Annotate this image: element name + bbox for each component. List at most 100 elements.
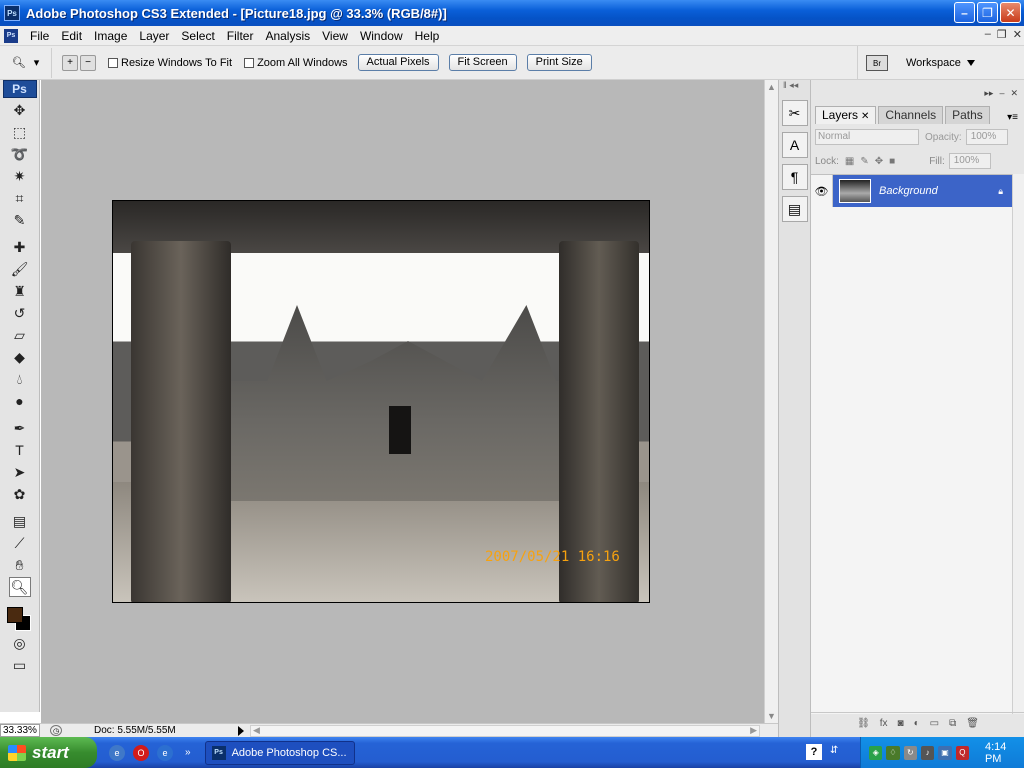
document-icon[interactable]: Ps: [4, 28, 18, 43]
panel-menu-icon[interactable]: ▾≡: [1007, 112, 1018, 123]
lock-transparent-icon[interactable]: ▦: [845, 156, 854, 167]
menu-select[interactable]: Select: [175, 26, 220, 46]
doc-close-icon[interactable]: ✕: [1013, 28, 1022, 41]
tab-layers[interactable]: Layers ✕: [815, 106, 877, 124]
opacity-field[interactable]: 100%: [965, 129, 1008, 145]
layer-name[interactable]: Background: [879, 185, 938, 197]
search-tray-icon[interactable]: Q: [955, 745, 969, 760]
menu-edit[interactable]: Edit: [55, 26, 88, 46]
network-icon[interactable]: ◈: [869, 745, 883, 760]
new-group-icon[interactable]: ▭: [930, 718, 939, 729]
eraser-tool-icon[interactable]: ▱: [9, 325, 31, 345]
pen-tool-icon[interactable]: ✒: [9, 418, 31, 438]
paragraph-panel-icon[interactable]: ¶: [781, 164, 808, 190]
horizontal-scrollbar[interactable]: ◀ ▶: [250, 724, 760, 737]
help-icon[interactable]: ?: [806, 744, 822, 760]
lasso-tool-icon[interactable]: ➰: [9, 144, 31, 164]
scroll-left-icon[interactable]: ◀: [253, 725, 260, 736]
delete-layer-icon[interactable]: 🗑︎: [966, 718, 979, 729]
minimize-button[interactable]: –: [954, 2, 975, 23]
menu-help[interactable]: Help: [409, 26, 446, 46]
layer-style-icon[interactable]: fx: [880, 718, 888, 729]
fill-field[interactable]: 100%: [948, 153, 991, 169]
fit-screen-button[interactable]: Fit Screen: [448, 54, 517, 71]
eyedropper-tool-icon[interactable]: ⟋: [9, 533, 31, 553]
antivirus-icon[interactable]: ♢: [886, 745, 900, 760]
layer-comps-icon[interactable]: ▤: [781, 196, 808, 222]
canvas-area[interactable]: 2007/05/21 16:16: [41, 80, 764, 723]
quick-launch-overflow-icon[interactable]: »: [185, 747, 191, 758]
resize-windows-checkbox[interactable]: Resize Windows To Fit: [108, 57, 232, 69]
zoom-all-windows-checkbox[interactable]: Zoom All Windows: [244, 57, 348, 69]
path-selection-tool-icon[interactable]: ➤: [9, 462, 31, 482]
collapse-arrows-icon[interactable]: ‖ ◂◂: [779, 80, 810, 94]
document-image[interactable]: 2007/05/21 16:16: [112, 200, 650, 603]
layer-mask-icon[interactable]: ◙: [898, 718, 904, 729]
marquee-tool-icon[interactable]: ⬚: [9, 122, 31, 142]
menu-analysis[interactable]: Analysis: [259, 26, 316, 46]
print-size-button[interactable]: Print Size: [526, 54, 592, 71]
foreground-color-swatch[interactable]: [6, 607, 23, 623]
display-icon[interactable]: ▣: [938, 745, 952, 760]
language-bar-icon[interactable]: ⇵: [830, 745, 838, 756]
panel-close-icon[interactable]: ✕: [1010, 88, 1018, 99]
tab-paths[interactable]: Paths: [945, 106, 990, 124]
ps-logo[interactable]: Ps: [2, 80, 37, 98]
adjustment-layer-icon[interactable]: ◐: [914, 718, 920, 729]
taskbar-photoshop-button[interactable]: Ps Adobe Photoshop CS...: [204, 740, 355, 765]
paint-bucket-tool-icon[interactable]: ◆: [9, 347, 31, 367]
clone-stamp-tool-icon[interactable]: ♜: [9, 281, 31, 301]
internet-explorer-icon[interactable]: e: [157, 744, 173, 761]
volume-icon[interactable]: ♪: [920, 745, 935, 760]
checkbox-box[interactable]: [244, 57, 255, 68]
menu-filter[interactable]: Filter: [221, 26, 260, 46]
link-layers-icon[interactable]: ⛓︎: [857, 718, 870, 729]
type-tool-icon[interactable]: T: [9, 440, 31, 460]
opera-icon[interactable]: O: [133, 744, 149, 761]
notes-tool-icon[interactable]: ▤: [9, 511, 31, 531]
zoom-in-icon[interactable]: +: [62, 54, 78, 71]
menu-image[interactable]: Image: [88, 26, 133, 46]
new-layer-icon[interactable]: ⧉: [949, 718, 956, 729]
healing-brush-tool-icon[interactable]: ✚: [9, 237, 31, 257]
scroll-down-icon[interactable]: ▼: [767, 711, 776, 721]
photoshop-app-icon[interactable]: Ps: [4, 5, 20, 21]
explorer-icon[interactable]: e: [109, 744, 125, 761]
tool-preset-picker[interactable]: 🔍︎ ▾: [0, 47, 52, 78]
tab-channels[interactable]: Channels: [878, 106, 944, 124]
vertical-scrollbar[interactable]: ▲ ▼: [764, 80, 778, 723]
crop-tool-icon[interactable]: ⌗: [9, 188, 31, 208]
custom-shape-tool-icon[interactable]: ✿: [9, 484, 31, 504]
close-button[interactable]: ✕: [1000, 2, 1021, 23]
doc-restore-icon[interactable]: ❐: [997, 28, 1007, 41]
dodge-tool-icon[interactable]: ●: [9, 391, 31, 411]
layer-item-selected[interactable]: Background 🔒︎: [833, 175, 1017, 207]
status-info-icon[interactable]: ◷: [50, 725, 62, 736]
bridge-icon[interactable]: Br: [866, 55, 888, 71]
maximize-button[interactable]: ❐: [977, 2, 998, 23]
panel-minimize-icon[interactable]: –: [999, 88, 1004, 98]
menu-view[interactable]: View: [316, 26, 354, 46]
layer-row[interactable]: 👁︎ Background 🔒︎: [811, 175, 1017, 207]
magic-wand-tool-icon[interactable]: ✷: [9, 166, 31, 186]
character-panel-icon[interactable]: A: [781, 132, 808, 158]
menu-layer[interactable]: Layer: [133, 26, 175, 46]
history-brush-tool-icon[interactable]: ↺: [9, 303, 31, 323]
quick-mask-icon[interactable]: ◎: [9, 633, 31, 653]
start-button[interactable]: start: [0, 737, 97, 768]
zoom-level-field[interactable]: 33.33%: [0, 724, 40, 737]
blur-tool-icon[interactable]: 💧︎: [9, 369, 31, 389]
move-tool-icon[interactable]: ✥: [9, 100, 31, 120]
hand-tool-icon[interactable]: ✋︎: [9, 555, 31, 575]
tool-presets-icon[interactable]: ✂: [781, 100, 808, 126]
blend-mode-select[interactable]: Normal: [815, 129, 919, 145]
zoom-tool-icon[interactable]: 🔍︎: [8, 577, 31, 597]
menu-window[interactable]: Window: [354, 26, 409, 46]
lock-all-icon[interactable]: ■: [889, 156, 895, 167]
status-menu-arrow-icon[interactable]: [238, 725, 244, 736]
visibility-eye-icon[interactable]: 👁︎: [811, 175, 833, 207]
menu-file[interactable]: File: [24, 26, 55, 46]
lock-image-icon[interactable]: ✎: [860, 156, 868, 167]
screen-mode-icon[interactable]: ▭: [9, 655, 31, 675]
doc-minimize-icon[interactable]: –: [985, 28, 991, 41]
